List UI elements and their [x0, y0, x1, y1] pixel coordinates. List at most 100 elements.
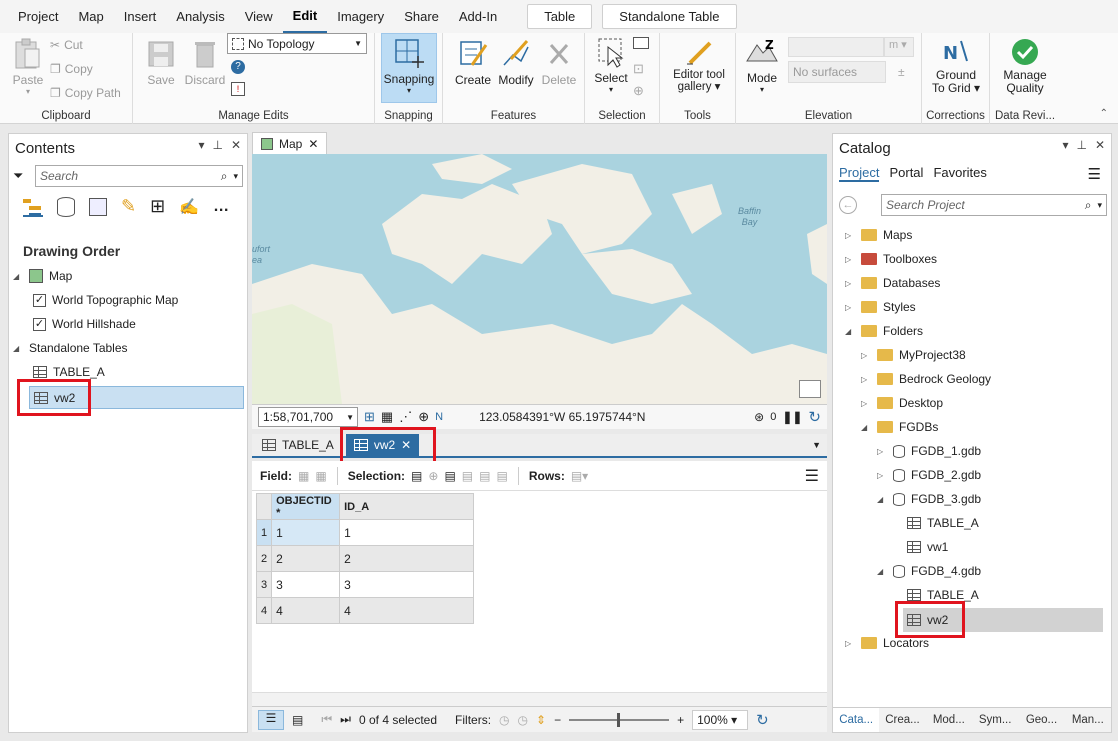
expand-arrow-icon[interactable]: ▷	[845, 279, 855, 288]
selection-icon[interactable]	[89, 197, 107, 216]
catalog-item-databases[interactable]: ▷ Databases	[845, 276, 940, 290]
collapse-arrow-icon[interactable]: ◢	[861, 423, 871, 432]
bottom-tab-catalog[interactable]: Cata...	[833, 708, 880, 732]
expand-arrow-icon[interactable]: ▷	[861, 399, 871, 408]
expand-arrow-icon[interactable]: ▷	[861, 351, 871, 360]
table-row[interactable]: 444	[255, 597, 475, 624]
map-legend-icon[interactable]	[799, 380, 821, 398]
folder-desktop[interactable]: ▷ Desktop	[861, 396, 943, 410]
pane-menu-icon[interactable]: ▾	[198, 138, 204, 152]
paste-button[interactable]: Paste ▾	[8, 37, 48, 96]
context-tab-table[interactable]: Table	[527, 4, 593, 29]
snapping-list-icon[interactable]: ⊞	[150, 196, 165, 217]
z-filter-icon[interactable]: ⇕	[536, 713, 546, 727]
elevation-offset-icon[interactable]: ±	[898, 65, 905, 79]
context-tab-standalone-table[interactable]: Standalone Table	[602, 4, 737, 29]
menu-share[interactable]: Share	[394, 0, 449, 33]
zoom-to-icon[interactable]: ⊕	[428, 469, 438, 483]
menu-insert[interactable]: Insert	[114, 0, 167, 33]
bottom-tab-create-features[interactable]: Crea...	[879, 708, 925, 732]
folder-myproject38[interactable]: ▷ MyProject38	[861, 348, 966, 362]
elevation-mode-button[interactable]: Z Mode ▾	[742, 35, 782, 94]
editor-tool-gallery-button[interactable]: Editor tool gallery ▾	[664, 37, 734, 93]
modify-button[interactable]: Modify	[495, 37, 537, 87]
catalog-item-toolboxes[interactable]: ▷ Toolboxes	[845, 252, 937, 266]
contents-search-input[interactable]: Search ⌕ ▾	[35, 165, 243, 187]
layer-world-topographic[interactable]: ✓ World Topographic Map	[33, 293, 178, 307]
layer-visibility-checkbox[interactable]: ✓	[33, 293, 46, 307]
grid-icon[interactable]: ⊞	[364, 409, 375, 425]
tab-vw2[interactable]: vw2 ✕	[345, 434, 420, 456]
zoom-in-icon[interactable]: +	[677, 713, 684, 727]
elevation-unit-select[interactable]: m ▾	[884, 37, 914, 57]
hamburger-menu-icon[interactable]: ☰	[1088, 165, 1101, 183]
topology-select[interactable]: No Topology ▼	[227, 33, 367, 54]
catalog-tab-portal[interactable]: Portal	[889, 165, 923, 182]
menu-project[interactable]: Project	[8, 0, 68, 33]
snapping-button[interactable]: Snapping ▾	[381, 33, 437, 103]
rows-options-icon[interactable]: ▤▾	[571, 469, 588, 483]
expand-arrow-icon[interactable]: ▷	[877, 447, 887, 456]
hamburger-menu-icon[interactable]: ☰	[805, 466, 827, 486]
column-header-id-a[interactable]: ID_A	[339, 493, 475, 520]
time-filter-icon[interactable]: ◷	[499, 713, 509, 727]
expand-arrow-icon[interactable]: ▷	[877, 471, 887, 480]
more-icon[interactable]: …	[213, 198, 229, 216]
map-canvas[interactable]: Baffin Bay ufort ea	[252, 154, 827, 404]
add-field-icon[interactable]: ▦	[298, 469, 309, 483]
folder-bedrock-geology[interactable]: ▷ Bedrock Geology	[861, 372, 991, 386]
gdb-fgdb-1[interactable]: ▷ FGDB_1.gdb	[877, 444, 981, 458]
bottom-tab-symbology[interactable]: Sym...	[972, 708, 1018, 732]
gdb4-table-a[interactable]: TABLE_A	[907, 588, 979, 602]
north-arrow-icon[interactable]: N	[435, 411, 443, 423]
cut-button[interactable]: ✂ Cut	[50, 38, 83, 52]
map-scale-select[interactable]: 1:58,701,700 ▼	[258, 407, 358, 427]
menu-edit[interactable]: Edit	[282, 0, 328, 33]
editing-icon[interactable]: ✎	[121, 196, 136, 217]
collapse-ribbon-icon[interactable]: ⌃	[1100, 108, 1108, 119]
calculate-field-icon[interactable]: ▦	[315, 469, 326, 483]
gdb-fgdb-3[interactable]: ◢ FGDB_3.gdb	[877, 492, 981, 506]
delete-selection-icon[interactable]: ▤	[479, 469, 490, 483]
error-inspector-icon[interactable]: !	[231, 82, 245, 96]
catalog-item-folders[interactable]: ◢ Folders	[845, 324, 923, 338]
table-grid-icon[interactable]: ▦	[381, 409, 393, 425]
gdb-fgdb-4[interactable]: ◢ FGDB_4.gdb	[877, 564, 981, 578]
first-record-icon[interactable]: ⏮	[321, 712, 332, 727]
tree-item-map[interactable]: ◢ Map	[13, 269, 72, 283]
labeling-icon[interactable]: ✍	[179, 197, 199, 217]
close-icon[interactable]: ✕	[231, 138, 241, 152]
clear-selection-icon[interactable]: ⊡	[633, 61, 644, 77]
select-by-attributes-icon[interactable]: ▤	[411, 469, 422, 483]
collapse-arrow-icon[interactable]: ◢	[877, 567, 887, 576]
selected-features-icon[interactable]: ⊛	[754, 410, 764, 424]
constraint-icon[interactable]: ⊕	[418, 409, 429, 425]
attributes-icon[interactable]	[633, 37, 649, 49]
bottom-tab-manage[interactable]: Man...	[1065, 708, 1111, 732]
collapse-arrow-icon[interactable]: ◢	[877, 495, 887, 504]
select-button[interactable]: Select ▾	[591, 35, 631, 94]
discard-button[interactable]: Discard	[183, 37, 227, 87]
back-icon[interactable]: ←	[839, 196, 857, 214]
folder-fgdbs[interactable]: ◢ FGDBs	[861, 420, 938, 434]
surfaces-select[interactable]: No surfaces	[788, 61, 886, 83]
close-icon[interactable]: ✕	[401, 438, 411, 452]
menu-map[interactable]: Map	[68, 0, 113, 33]
delete-button[interactable]: Delete	[539, 37, 579, 87]
table-view-icon[interactable]: ☰	[258, 709, 284, 730]
pane-menu-icon[interactable]: ▾	[1062, 138, 1068, 152]
layer-visibility-checkbox[interactable]: ✓	[33, 317, 46, 331]
switch-selection-icon[interactable]: ▤	[444, 469, 455, 483]
refresh-icon[interactable]: ↻	[808, 408, 827, 426]
catalog-item-maps[interactable]: ▷ Maps	[845, 228, 912, 242]
expand-arrow-icon[interactable]: ▷	[845, 255, 855, 264]
expand-arrow-icon[interactable]: ▷	[845, 303, 855, 312]
copy-selection-icon[interactable]: ▤	[496, 469, 507, 483]
elevation-value-input[interactable]	[788, 37, 884, 57]
catalog-item-locators[interactable]: ▷ Locators	[845, 636, 929, 650]
catalog-search-input[interactable]: Search Project ⌕ ▾	[881, 194, 1107, 216]
range-filter-icon[interactable]: ◷	[518, 713, 528, 727]
data-source-icon[interactable]	[57, 196, 75, 217]
column-header-objectid[interactable]: OBJECTID *	[271, 493, 341, 520]
pin-icon[interactable]: ⊥	[1076, 138, 1086, 152]
